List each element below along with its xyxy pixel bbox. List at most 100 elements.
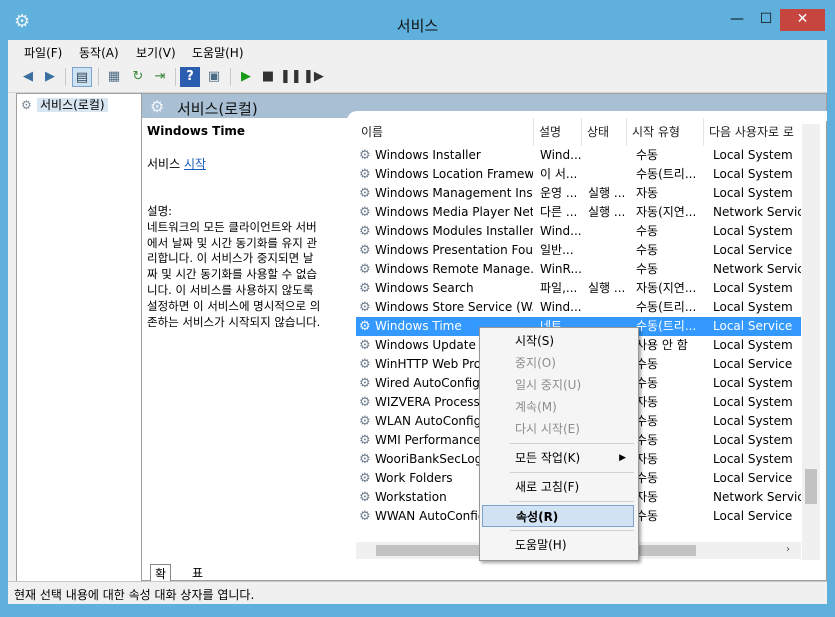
- context-menu-item[interactable]: 시작(S): [482, 330, 634, 352]
- refresh-icon[interactable]: ↻: [128, 67, 148, 87]
- menu-separator: [510, 501, 634, 502]
- description-line: 짜 및 시간 동기화를 사용할 수 없습: [147, 267, 318, 282]
- context-menu-label: 계속(M): [515, 400, 557, 414]
- gear-icon: ⚙: [359, 167, 371, 182]
- context-menu-item[interactable]: 중지(O): [482, 352, 634, 374]
- service-logon-as: Local System: [713, 224, 793, 238]
- vertical-scrollbar[interactable]: [802, 124, 820, 560]
- description-line: 설정하면 이 서비스에 명시적으로 의: [147, 298, 321, 313]
- gear-icon: ⚙: [359, 471, 371, 486]
- service-name: Windows Location Framew...: [375, 167, 533, 181]
- close-button[interactable]: ✕: [780, 9, 825, 31]
- context-menu-item[interactable]: 계속(M): [482, 396, 634, 418]
- service-logon-as: Local System: [713, 167, 793, 181]
- start-service-link[interactable]: 시작: [184, 157, 206, 171]
- gear-icon: ⚙: [359, 186, 371, 201]
- service-status: 실행 ...: [588, 186, 626, 200]
- column-header-description[interactable]: 설명: [534, 118, 582, 146]
- service-startup-type: 수동(트리...: [636, 167, 697, 181]
- minimize-button[interactable]: —: [722, 9, 752, 31]
- service-startup-type: 수동: [636, 357, 659, 371]
- context-menu-item[interactable]: 속성(R): [482, 505, 634, 527]
- column-header-logon-as[interactable]: 다음 사용자로 로: [704, 118, 802, 146]
- table-row[interactable]: ⚙ Windows Presentation Fou... 일반... 수동 Local…: [356, 241, 801, 260]
- panel-title: 서비스(로컬): [177, 100, 258, 118]
- gear-icon: ⚙: [359, 357, 371, 372]
- context-menu-item[interactable]: 모든 작업(K) ▶: [482, 447, 634, 469]
- service-name: Windows Remote Manage...: [375, 262, 533, 276]
- service-name: Windows Installer: [375, 148, 481, 162]
- context-menu-label: 다시 시작(E): [515, 422, 580, 436]
- menu-action[interactable]: 동작(A): [79, 44, 119, 61]
- service-startup-type: 자동(지연...: [636, 281, 697, 295]
- help-icon[interactable]: ?: [180, 67, 200, 87]
- console-tree-icon[interactable]: ▤: [72, 67, 92, 87]
- description-label: 설명:: [147, 204, 173, 218]
- context-menu-item[interactable]: 다시 시작(E): [482, 418, 634, 440]
- table-row[interactable]: ⚙ Windows Store Service (W... Wind... 수동(트리…: [356, 298, 801, 317]
- service-logon-as: Local Service: [713, 357, 793, 371]
- menu-view[interactable]: 보기(V): [136, 44, 176, 61]
- context-menu-label: 모든 작업(K): [515, 451, 581, 465]
- service-logon-as: Local System: [713, 433, 793, 447]
- services-window: ⚙ 서비스 — ☐ ✕ 파일(F) 동작(A) 보기(V) 도움말(H) ◀ ▶…: [0, 0, 835, 617]
- gear-icon: ⚙: [359, 281, 371, 296]
- service-startup-type: 자동: [636, 186, 659, 200]
- context-menu-item[interactable]: 새로 고침(F): [482, 476, 634, 498]
- start-line: 서비스 시작: [147, 155, 347, 172]
- forward-arrow-icon[interactable]: ▶: [40, 67, 60, 87]
- context-menu-label: 도움말(H): [515, 538, 567, 552]
- table-row[interactable]: ⚙ Windows Installer Wind... 수동 Local System: [356, 146, 801, 165]
- service-logon-as: Local System: [713, 281, 793, 295]
- back-arrow-icon[interactable]: ◀: [18, 67, 38, 87]
- table-row[interactable]: ⚙ Windows Modules Installer Wind... 수동 Local…: [356, 222, 801, 241]
- table-row[interactable]: ⚙ Windows Media Player Net... 다른 ... 실행 ...…: [356, 203, 801, 222]
- pause-service-icon[interactable]: ❚❚: [280, 67, 302, 87]
- service-logon-as: Local System: [713, 148, 793, 162]
- service-startup-type: 수동: [636, 262, 659, 276]
- toolbar-separator: [175, 68, 176, 86]
- start-service-icon[interactable]: ▶: [236, 67, 256, 87]
- scroll-right-icon[interactable]: ›: [786, 544, 790, 555]
- service-startup-type: 자동(지연...: [636, 205, 697, 219]
- service-description: Wind...: [540, 224, 582, 238]
- service-name: Windows Media Player Net...: [375, 205, 533, 219]
- gear-icon: ⚙: [359, 205, 371, 220]
- context-menu-item[interactable]: 일시 중지(U): [482, 374, 634, 396]
- service-logon-as: Local System: [713, 300, 793, 314]
- table-row[interactable]: ⚙ Windows Management Inst... 운영 ... 실행 ... 자…: [356, 184, 801, 203]
- properties-page-icon[interactable]: ▦: [104, 67, 124, 87]
- tree-item-services-local[interactable]: ⚙ 서비스(로컬): [21, 96, 108, 114]
- service-name: Windows Presentation Fou...: [375, 243, 533, 257]
- table-row[interactable]: ⚙ Windows Location Framew... 이 서... 수동(트리..…: [356, 165, 801, 184]
- menu-help[interactable]: 도움말(H): [192, 44, 244, 61]
- gear-icon: ⚙: [359, 338, 371, 353]
- menu-file[interactable]: 파일(F): [24, 44, 62, 61]
- vertical-scroll-thumb[interactable]: [805, 469, 817, 504]
- gear-icon: ⚙: [359, 243, 371, 258]
- context-menu-item[interactable]: 도움말(H): [482, 534, 634, 556]
- export-list-icon[interactable]: ⇥: [150, 67, 170, 87]
- table-row[interactable]: ⚙ Windows Remote Manage... WinR... 수동 Networ…: [356, 260, 801, 279]
- column-header-startup-type[interactable]: 시작 유형: [627, 118, 704, 146]
- column-header-name[interactable]: 이름: [356, 118, 534, 146]
- maximize-button[interactable]: ☐: [752, 9, 780, 31]
- menu-separator: [510, 472, 634, 473]
- context-menu-label: 새로 고침(F): [515, 480, 580, 494]
- service-logon-as: Local System: [713, 395, 793, 409]
- panel-header: ⚙ 서비스(로컬): [142, 94, 827, 121]
- gear-icon: ⚙: [150, 97, 165, 116]
- gear-icon: ⚙: [359, 319, 371, 334]
- title-bar[interactable]: ⚙ 서비스 — ☐ ✕: [0, 0, 835, 38]
- stop-service-icon[interactable]: ■: [258, 67, 278, 87]
- service-startup-type: 수동: [636, 224, 659, 238]
- context-menu: 시작(S) 중지(O) 일시 중지(U) 계속(M) 다시 시작(E) 모든 작업(K) ▶…: [479, 327, 639, 561]
- restart-service-icon[interactable]: ❚▶: [303, 67, 324, 87]
- context-menu-label: 일시 중지(U): [515, 378, 582, 392]
- column-header-status[interactable]: 상태: [582, 118, 627, 146]
- service-startup-type: 수동: [636, 148, 659, 162]
- status-bar: 현재 선택 내용에 대한 속성 대화 상자를 엽니다.: [8, 581, 827, 604]
- table-row[interactable]: ⚙ Windows Search 파일,... 실행 ... 자동(지연... Local…: [356, 279, 801, 298]
- service-startup-type: 수동: [636, 509, 659, 523]
- show-pane-icon[interactable]: ▣: [204, 67, 224, 87]
